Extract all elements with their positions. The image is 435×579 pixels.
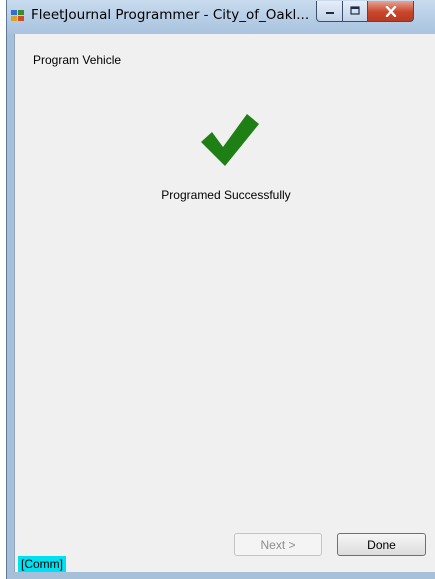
close-icon	[385, 5, 396, 17]
maximize-icon	[350, 6, 360, 15]
app-window-icon	[11, 10, 24, 21]
checkmark-icon	[201, 114, 259, 166]
comm-status-label: [Comm]	[18, 556, 66, 572]
status-message: Programed Successfully	[161, 188, 291, 202]
minimize-icon	[325, 12, 334, 14]
window-bottom-border	[7, 572, 435, 579]
maximize-button[interactable]	[343, 1, 368, 22]
wizard-panel: Program Vehicle Programed Successfully N…	[14, 34, 435, 572]
minimize-button[interactable]	[316, 1, 343, 22]
window-title: FleetJournal Programmer - City_of_Oakl..…	[31, 7, 310, 23]
step-title: Program Vehicle	[33, 53, 122, 67]
caption-buttons	[316, 1, 414, 23]
close-button[interactable]	[368, 1, 414, 22]
done-button[interactable]: Done	[337, 533, 426, 556]
next-button[interactable]: Next >	[234, 533, 322, 556]
app-window: FleetJournal Programmer - City_of_Oakl..…	[6, 0, 435, 579]
title-bar[interactable]: FleetJournal Programmer - City_of_Oakl..…	[7, 0, 435, 34]
